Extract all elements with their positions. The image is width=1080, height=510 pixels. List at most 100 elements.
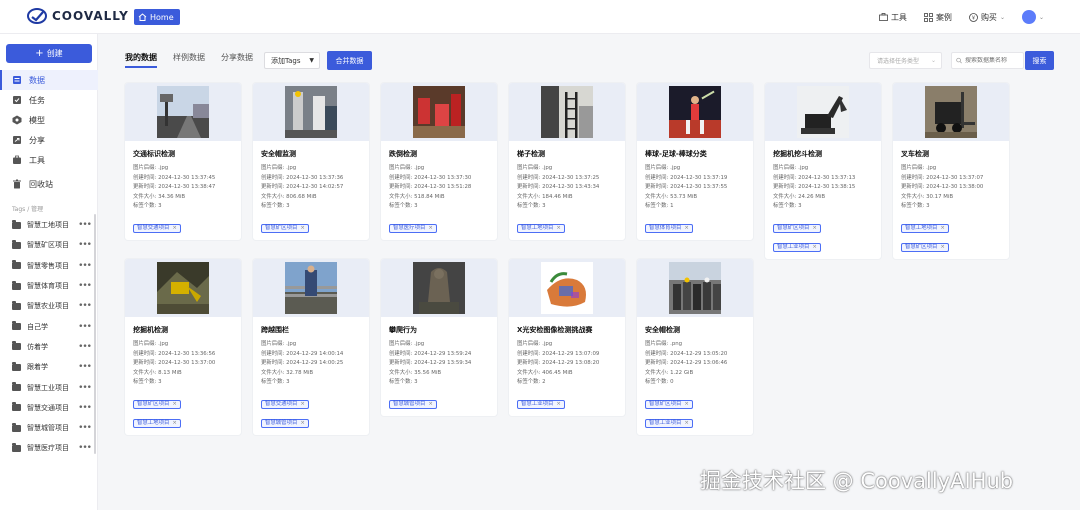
more-icon[interactable]: ••• [78, 403, 92, 413]
tag-badge[interactable]: 智慧工业项目 × [645, 418, 693, 428]
close-icon[interactable]: × [300, 401, 305, 407]
dataset-card[interactable]: 棒球-足球-棒球分类 图片后缀: .jpg 创建时间: 2024-12-30 13:… [637, 83, 753, 240]
close-icon[interactable]: × [684, 225, 689, 231]
project-item[interactable]: 智慧体育项目 ••• [0, 276, 98, 296]
more-icon[interactable]: ••• [78, 220, 92, 230]
sidebar-scrollbar[interactable] [94, 214, 96, 454]
more-icon[interactable]: ••• [78, 443, 92, 453]
project-item[interactable]: 仿着学 ••• [0, 337, 98, 357]
tag-badge[interactable]: 智慧矿区项目 × [773, 223, 821, 233]
close-icon[interactable]: × [428, 401, 433, 407]
dataset-card[interactable]: 挖掘机检测 图片后缀: .jpg 创建时间: 2024-12-30 13:36:56… [125, 259, 241, 435]
dataset-card[interactable]: 跌倒检测 图片后缀: .jpg 创建时间: 2024-12-30 13:37:30 更… [381, 83, 497, 240]
more-icon[interactable]: ••• [78, 301, 92, 311]
merge-data-button[interactable]: 合并数据 [327, 51, 372, 70]
logo[interactable]: COOVALLY [27, 8, 129, 24]
tag-badge[interactable]: 智慧交通项目 × [133, 223, 181, 233]
sidebar-item-5[interactable]: 回收站 [0, 174, 98, 194]
sidebar-item-2[interactable]: 模型 [0, 110, 98, 130]
task-type-select[interactable]: 请选择任务类型 ⌄ [869, 52, 942, 69]
close-icon[interactable]: × [556, 225, 561, 231]
buy-menu[interactable]: ¥ 购买 ⌄ [969, 12, 1005, 23]
sidebar-item-3[interactable]: 分享 [0, 130, 98, 150]
search-input[interactable] [965, 57, 1023, 64]
dataset-card[interactable]: 叉车检测 图片后缀: .jpg 创建时间: 2024-12-30 13:37:07 更… [893, 83, 1009, 259]
card-meta-created: 创建时间: 2024-12-30 13:37:45 [133, 174, 233, 184]
more-icon[interactable]: ••• [78, 362, 92, 372]
close-icon[interactable]: × [812, 225, 817, 231]
close-icon[interactable]: × [428, 225, 433, 231]
project-item[interactable]: 智慧零售项目 ••• [0, 256, 98, 276]
dataset-card[interactable]: X光安检图像检测挑战赛 图片后缀: .jpg 创建时间: 2024-12-29 13… [509, 259, 625, 416]
project-item[interactable]: 智慧交通项目 ••• [0, 398, 98, 418]
dataset-card[interactable]: 交通标识检测 图片后缀: .jpg 创建时间: 2024-12-30 13:37:4… [125, 83, 241, 240]
close-icon[interactable]: × [940, 225, 945, 231]
meta-value: .jpg [286, 341, 297, 347]
card-meta-tag_count: 标签个数: 0 [645, 378, 745, 388]
tag-badge[interactable]: 智慧城管项目 × [261, 418, 309, 428]
card-thumbnail [637, 259, 753, 317]
close-icon[interactable]: × [172, 225, 177, 231]
tag-badge[interactable]: 智慧医疗项目 × [389, 223, 437, 233]
close-icon[interactable]: × [300, 225, 305, 231]
project-item[interactable]: 智慧工业项目 ••• [0, 377, 98, 397]
project-item[interactable]: 智慧医疗项目 ••• [0, 438, 98, 458]
tag-badge[interactable]: 智慧矿区项目 × [261, 223, 309, 233]
more-icon[interactable]: ••• [78, 240, 92, 250]
sidebar-item-4[interactable]: 工具 [0, 150, 98, 170]
dataset-card[interactable]: 安全帽检测 图片后缀: .png 创建时间: 2024-12-29 13:05:20… [637, 259, 753, 435]
tag-badge[interactable]: 智慧矿区项目 × [901, 242, 949, 252]
close-icon[interactable]: × [684, 420, 689, 426]
project-item[interactable]: 自己学 ••• [0, 316, 98, 336]
close-icon[interactable]: × [172, 420, 177, 426]
tag-badge[interactable]: 智慧体育项目 × [645, 223, 693, 233]
tab-2[interactable]: 分享数据 [221, 52, 253, 68]
tag-badge[interactable]: 智慧工地项目 × [133, 418, 181, 428]
tab-0[interactable]: 我的数据 [125, 52, 157, 68]
dataset-card[interactable]: 梯子检测 图片后缀: .jpg 创建时间: 2024-12-30 13:37:25 更… [509, 83, 625, 240]
close-icon[interactable]: × [172, 401, 177, 407]
tag-badge[interactable]: 智慧工地项目 × [901, 223, 949, 233]
more-icon[interactable]: ••• [78, 281, 92, 291]
dataset-card[interactable]: 攀爬行为 图片后缀: .jpg 创建时间: 2024-12-29 13:59:24 更… [381, 259, 497, 416]
dataset-card[interactable]: 跨越围栏 图片后缀: .jpg 创建时间: 2024-12-29 14:00:14 更… [253, 259, 369, 435]
more-icon[interactable]: ••• [78, 261, 92, 271]
close-icon[interactable]: × [940, 244, 945, 250]
card-meta-updated: 更新时间: 2024-12-29 13:59:34 [389, 359, 489, 369]
more-icon[interactable]: ••• [78, 342, 92, 352]
tag-badge[interactable]: 智慧矿区项目 × [645, 399, 693, 409]
meta-value: .jpg [286, 165, 297, 171]
close-icon[interactable]: × [684, 401, 689, 407]
tools-menu[interactable]: 工具 [879, 12, 907, 23]
tags-select[interactable]: 添加Tags ▼ [264, 52, 320, 69]
tag-badge[interactable]: 智慧交通项目 × [261, 399, 309, 409]
project-item[interactable]: 智慧矿区项目 ••• [0, 235, 98, 255]
close-icon[interactable]: × [556, 401, 561, 407]
project-item[interactable]: 跟着学 ••• [0, 357, 98, 377]
search-button[interactable]: 搜索 [1025, 51, 1054, 70]
cases-menu[interactable]: 案例 [924, 12, 952, 23]
home-button[interactable]: Home [134, 9, 180, 25]
project-item[interactable]: 智慧城管项目 ••• [0, 418, 98, 438]
tag-badge[interactable]: 智慧工业项目 × [773, 242, 821, 252]
create-button[interactable]: + 创建 [6, 44, 92, 63]
more-icon[interactable]: ••• [78, 383, 92, 393]
project-item[interactable]: 智慧农业项目 ••• [0, 296, 98, 316]
dataset-card[interactable]: 安全帽监测 图片后缀: .jpg 创建时间: 2024-12-30 13:37:36… [253, 83, 369, 240]
sidebar-item-1[interactable]: 任务 [0, 90, 98, 110]
tag-badge[interactable]: 智慧矿区项目 × [133, 399, 181, 409]
more-icon[interactable]: ••• [78, 423, 92, 433]
tag-badge[interactable]: 智慧工地项目 × [517, 223, 565, 233]
tag-badge[interactable]: 智慧工业项目 × [517, 399, 565, 409]
tab-1[interactable]: 样例数据 [173, 52, 205, 68]
close-icon[interactable]: × [300, 420, 305, 426]
card-meta-tag_count: 标签个数: 3 [261, 378, 361, 388]
sidebar-item-0[interactable]: 数据 [0, 70, 98, 90]
dataset-card[interactable]: 挖掘机挖斗检测 图片后缀: .jpg 创建时间: 2024-12-30 13:37:… [765, 83, 881, 259]
card-meta-tag_count: 标签个数: 3 [389, 202, 489, 212]
project-item[interactable]: 智慧工地项目 ••• [0, 215, 98, 235]
tag-badge[interactable]: 智慧城管项目 × [389, 399, 437, 409]
user-menu[interactable]: ⌄ [1021, 10, 1044, 24]
more-icon[interactable]: ••• [78, 322, 92, 332]
close-icon[interactable]: × [812, 244, 817, 250]
